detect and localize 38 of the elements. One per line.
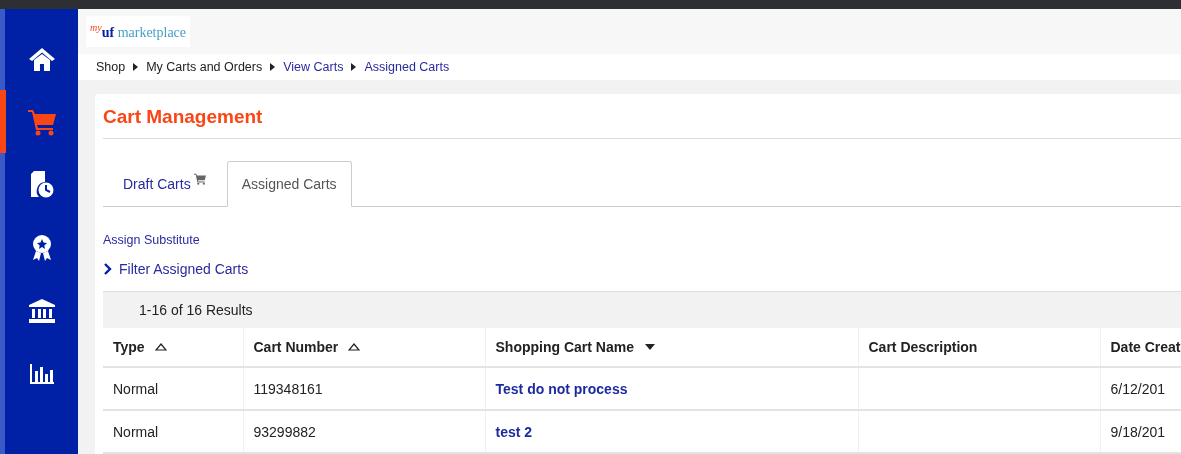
- table-cell: 119348161: [243, 367, 485, 410]
- sort-down-icon: [643, 343, 656, 351]
- column-header[interactable]: Type: [103, 328, 243, 367]
- tab[interactable]: Assigned Carts: [226, 161, 352, 207]
- award-icon: [31, 233, 53, 262]
- column-header[interactable]: Cart Description: [858, 328, 1100, 367]
- bank-icon: [28, 297, 56, 324]
- tab[interactable]: Draft Carts: [103, 162, 227, 206]
- cart-name-link[interactable]: Test do not process: [495, 380, 628, 397]
- table-cell: Normal: [103, 367, 243, 410]
- breadcrumb-link[interactable]: Shop: [96, 60, 126, 75]
- home-icon: [28, 45, 56, 72]
- chevron-icon: [103, 263, 113, 275]
- cart-icon: [192, 173, 207, 185]
- filter-toggle[interactable]: Filter Assigned Carts: [103, 261, 249, 277]
- table-cell: 93299882: [243, 410, 485, 453]
- document-clock-icon: [29, 169, 55, 200]
- bar-chart-icon: [29, 362, 55, 385]
- breadcrumb-link[interactable]: View Carts: [283, 60, 344, 75]
- table-cell: Normal: [103, 410, 243, 453]
- cart-icon: [27, 107, 57, 136]
- logo[interactable]: $^{my}$uf marketplace: [86, 16, 191, 47]
- results-count: 1-16 of 16 Results: [139, 302, 253, 318]
- column-header[interactable]: Date Creat: [1100, 328, 1181, 367]
- sort-up-icon: [154, 343, 167, 351]
- table-cell: 9/18/201: [1100, 410, 1181, 453]
- page-title: Cart Management: [103, 106, 1181, 139]
- table-cell: 6/12/201: [1100, 367, 1181, 410]
- breadcrumb-separator-icon: [270, 63, 276, 72]
- cart-name-link[interactable]: test 2: [495, 423, 533, 440]
- column-header[interactable]: Shopping Cart Name: [485, 328, 858, 367]
- assign-substitute-link[interactable]: Assign Substitute: [103, 233, 1181, 247]
- breadcrumb-separator-icon: [133, 63, 139, 72]
- sort-up-icon: [348, 343, 361, 351]
- breadcrumb-separator-icon: [351, 63, 357, 72]
- breadcrumb-link[interactable]: Assigned Carts: [364, 60, 450, 75]
- breadcrumb-link[interactable]: My Carts and Orders: [146, 60, 263, 75]
- column-header[interactable]: Cart Number: [243, 328, 485, 367]
